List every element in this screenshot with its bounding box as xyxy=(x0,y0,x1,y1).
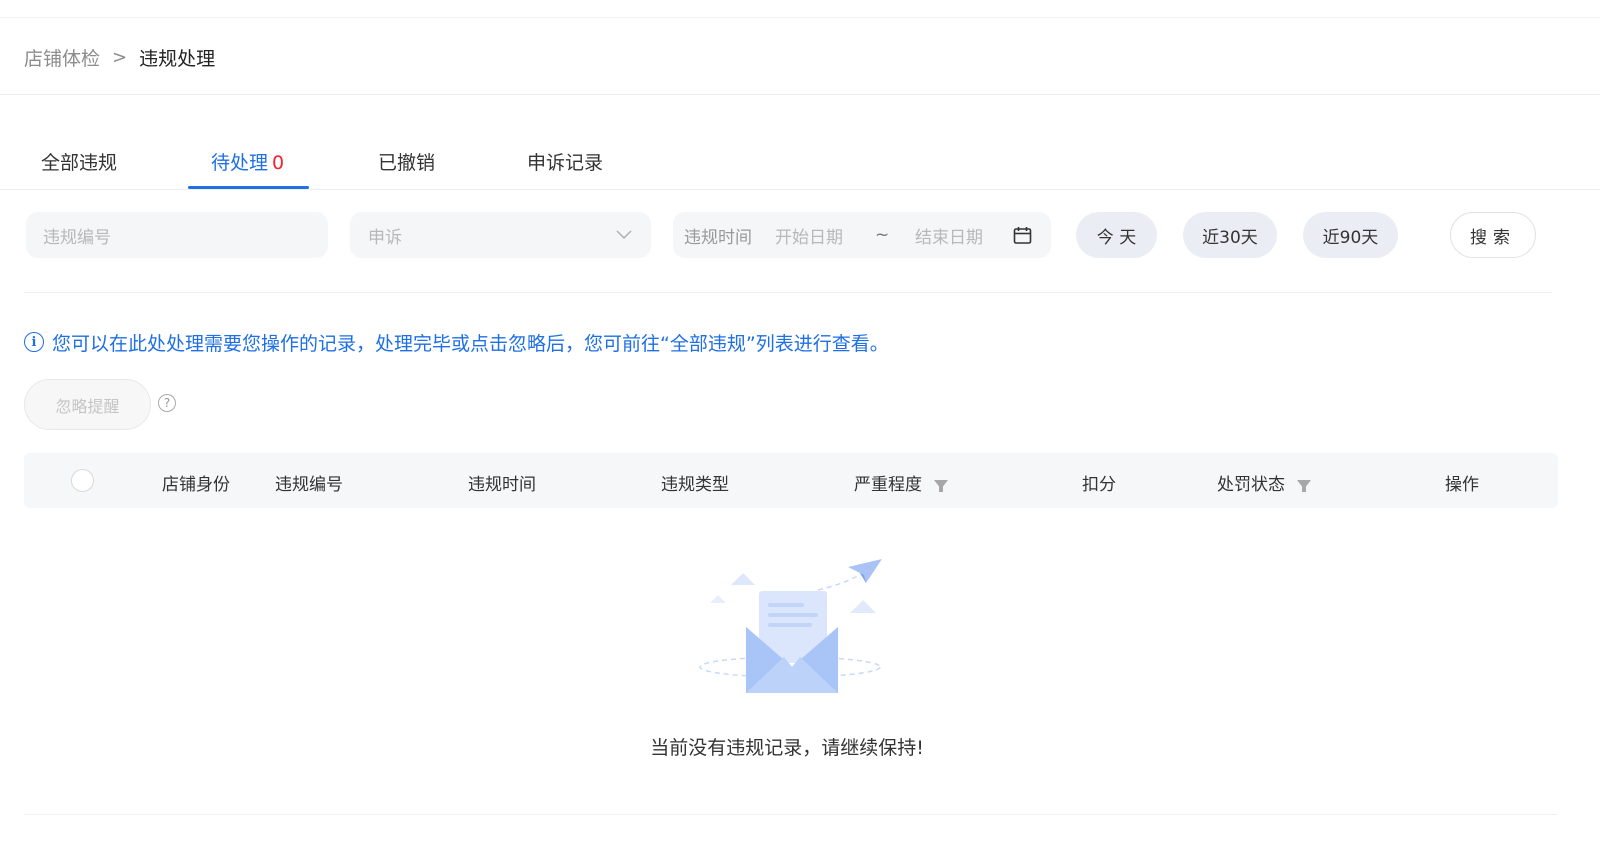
breadcrumb-divider xyxy=(0,94,1600,95)
tab-bar: 全部违规 待处理 0 已撤销 申诉记录 xyxy=(0,130,1600,190)
column-penalty-status: 处罚状态 xyxy=(1217,470,1311,495)
column-severity-label: 严重程度 xyxy=(854,475,922,495)
tab-pending-count: 0 xyxy=(272,152,285,174)
info-icon: i xyxy=(24,332,44,352)
column-severity: 严重程度 xyxy=(854,470,948,495)
select-all-checkbox[interactable] xyxy=(71,469,94,492)
table-header: 店铺身份 违规编号 违规时间 违规类型 严重程度 扣分 处罚状态 操作 xyxy=(24,453,1558,508)
question-circle-icon[interactable]: ? xyxy=(158,394,176,412)
bottom-divider xyxy=(24,814,1558,815)
breadcrumb-parent[interactable]: 店铺体检 xyxy=(24,44,100,71)
filter-icon[interactable] xyxy=(934,479,948,492)
appeal-select-value: 申诉 xyxy=(368,227,402,248)
last-90-days-button[interactable]: 近90天 xyxy=(1303,212,1398,258)
start-date-input[interactable]: 开始日期 xyxy=(775,223,843,248)
violation-time-range[interactable]: 违规时间 开始日期 ~ 结束日期 xyxy=(673,212,1051,258)
ignore-reminder-button[interactable]: 忽略提醒 xyxy=(24,379,151,430)
search-button[interactable]: 搜索 xyxy=(1450,212,1536,258)
violation-no-input[interactable]: 违规编号 xyxy=(26,212,328,258)
breadcrumb-current: 违规处理 xyxy=(139,47,216,70)
empty-mailbox-illustration xyxy=(699,559,882,693)
tab-appeal-records[interactable]: 申诉记录 xyxy=(527,148,603,175)
column-deduction: 扣分 xyxy=(1082,475,1116,495)
chevron-down-icon xyxy=(616,230,632,240)
violation-no-placeholder: 违规编号 xyxy=(43,227,111,248)
breadcrumb: 店铺体检 > 违规处理 xyxy=(24,44,215,70)
end-date-input[interactable]: 结束日期 xyxy=(915,223,983,248)
today-button[interactable]: 今 天 xyxy=(1076,212,1157,258)
violation-time-label: 违规时间 xyxy=(684,227,752,248)
tab-pending[interactable]: 待处理 0 xyxy=(211,148,284,175)
column-violation-no: 违规编号 xyxy=(275,475,343,495)
info-notice-text: 您可以在此处处理需要您操作的记录，处理完毕或点击忽略后，您可前往“全部违规”列表… xyxy=(52,332,889,355)
active-tab-indicator xyxy=(188,186,309,189)
filter-bar: 违规编号 申诉 违规时间 开始日期 ~ 结束日期 今 天 近30天 近90天 搜… xyxy=(0,212,1600,258)
filter-icon[interactable] xyxy=(1297,479,1311,492)
breadcrumb-separator: > xyxy=(112,46,128,68)
empty-state: 当前没有违规记录，请继续保持! xyxy=(0,540,1600,780)
filter-divider xyxy=(24,292,1552,293)
tab-all-violations[interactable]: 全部违规 xyxy=(41,148,117,175)
top-divider xyxy=(0,17,1600,18)
date-range-separator: ~ xyxy=(875,225,890,245)
calendar-icon[interactable] xyxy=(1013,226,1032,245)
tab-pending-label: 待处理 xyxy=(211,152,269,174)
info-notice: i 您可以在此处处理需要您操作的记录，处理完毕或点击忽略后，您可前往“全部违规”… xyxy=(24,328,889,356)
column-actions: 操作 xyxy=(1445,475,1479,495)
column-penalty-status-label: 处罚状态 xyxy=(1217,475,1285,495)
column-store-identity: 店铺身份 xyxy=(162,475,230,495)
tab-revoked[interactable]: 已撤销 xyxy=(378,148,435,175)
appeal-select[interactable]: 申诉 xyxy=(350,212,651,258)
empty-state-text: 当前没有违规记录，请继续保持! xyxy=(650,737,924,759)
column-violation-time: 违规时间 xyxy=(468,475,536,495)
last-30-days-button[interactable]: 近30天 xyxy=(1183,212,1277,258)
column-violation-type: 违规类型 xyxy=(661,475,729,495)
